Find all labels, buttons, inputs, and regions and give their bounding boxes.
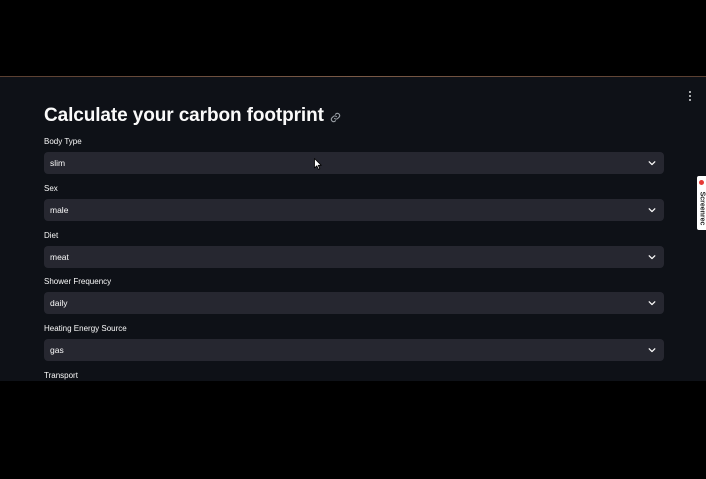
shower-frequency-select[interactable]: daily [44, 292, 664, 314]
app-header-decoration [0, 76, 706, 77]
select-value: male [50, 205, 69, 215]
select-value: gas [50, 345, 64, 355]
letterbox-top [0, 0, 706, 76]
field-shower-frequency: Shower Frequency daily [44, 276, 664, 314]
field-sex: Sex male [44, 183, 664, 221]
select-value: meat [50, 252, 69, 262]
screen-recorder-tab[interactable]: Screenrec [697, 176, 706, 230]
recorder-label-wrap: Screenrec [697, 187, 706, 229]
select-value: slim [50, 158, 66, 168]
diet-select[interactable]: meat [44, 246, 664, 268]
field-label: Body Type [44, 137, 82, 146]
field-label: Transport [44, 371, 78, 380]
field-body-type: Body Type slim [44, 136, 664, 174]
chevron-down-icon [646, 344, 658, 356]
field-label: Shower Frequency [44, 277, 112, 286]
title-row: Calculate your carbon footprint [44, 103, 342, 129]
chevron-down-icon [646, 251, 658, 263]
letterbox-bottom [0, 381, 706, 479]
more-vertical-icon [689, 91, 691, 101]
heating-energy-source-select[interactable]: gas [44, 339, 664, 361]
field-heating-energy-source: Heating Energy Source gas [44, 323, 664, 361]
link-icon[interactable] [330, 111, 342, 123]
select-value: daily [50, 298, 68, 308]
page-title: Calculate your carbon footprint [44, 105, 324, 126]
field-label: Diet [44, 231, 59, 240]
mouse-cursor-icon [314, 157, 322, 170]
chevron-down-icon [646, 204, 658, 216]
main-menu-button[interactable] [683, 89, 697, 103]
sex-select[interactable]: male [44, 199, 664, 221]
record-dot-icon [699, 180, 704, 185]
chevron-down-icon [646, 157, 658, 169]
field-label: Heating Energy Source [44, 324, 127, 333]
field-transport: Transport [44, 370, 664, 381]
field-label: Sex [44, 184, 58, 193]
streamlit-app: Calculate your carbon footprint Body Typ… [0, 76, 706, 381]
body-type-select[interactable]: slim [44, 152, 664, 174]
chevron-down-icon [646, 297, 658, 309]
recorder-label: Screenrec [698, 191, 706, 225]
field-diet: Diet meat [44, 230, 664, 268]
